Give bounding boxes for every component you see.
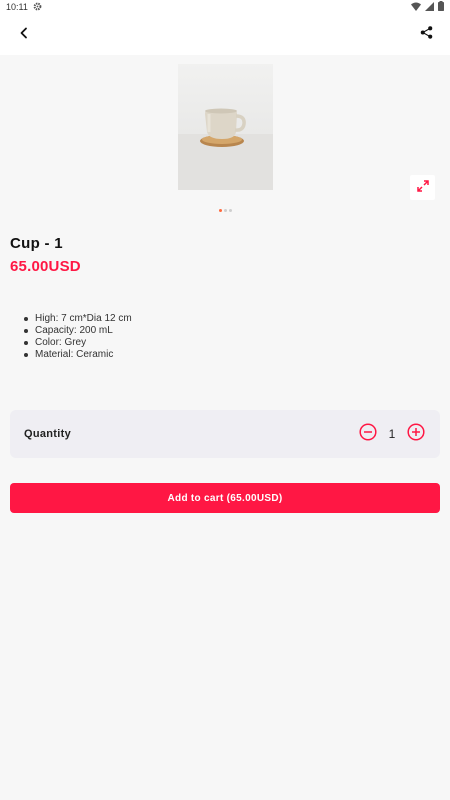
- expand-icon: [416, 179, 429, 197]
- detail-item: High: 7 cm*Dia 12 cm: [22, 313, 132, 325]
- expand-image-button[interactable]: [410, 175, 435, 200]
- quantity-label: Quantity: [24, 428, 72, 440]
- add-to-cart-button[interactable]: Add to cart (65.00USD): [10, 483, 440, 513]
- quantity-card: Quantity 1: [10, 410, 440, 458]
- detail-item: Material: Ceramic: [22, 349, 132, 361]
- app-bar: [0, 14, 450, 55]
- status-left: 10:11: [6, 2, 42, 13]
- detail-item: Color: Grey: [22, 337, 132, 349]
- wifi-icon: [411, 2, 421, 13]
- plus-circle-icon: [407, 422, 425, 446]
- pagination-dot[interactable]: [229, 209, 232, 212]
- decrease-quantity-button[interactable]: [358, 422, 378, 446]
- quantity-value: 1: [388, 427, 396, 441]
- increase-quantity-button[interactable]: [406, 422, 426, 446]
- minus-circle-icon: [359, 422, 377, 446]
- status-bar: 10:11: [0, 0, 450, 14]
- detail-item: Capacity: 200 mL: [22, 325, 132, 337]
- share-button[interactable]: [414, 23, 438, 47]
- product-image[interactable]: [178, 64, 273, 190]
- gallery-pagination: [219, 209, 232, 212]
- battery-icon: [438, 1, 444, 13]
- pagination-dot[interactable]: [224, 209, 227, 212]
- product-details: High: 7 cm*Dia 12 cm Capacity: 200 mL Co…: [22, 313, 132, 361]
- pagination-dot-active[interactable]: [219, 209, 222, 212]
- product-title: Cup - 1: [10, 235, 63, 252]
- gear-icon: [33, 2, 42, 13]
- status-right: [411, 1, 444, 13]
- product-gallery[interactable]: [0, 55, 450, 220]
- back-button[interactable]: [12, 23, 36, 47]
- status-time: 10:11: [6, 2, 28, 12]
- chevron-left-icon: [18, 26, 30, 44]
- product-price: 65.00USD: [10, 258, 81, 275]
- share-icon: [420, 25, 433, 44]
- quantity-stepper: 1: [358, 422, 426, 446]
- cellular-icon: [425, 1, 434, 13]
